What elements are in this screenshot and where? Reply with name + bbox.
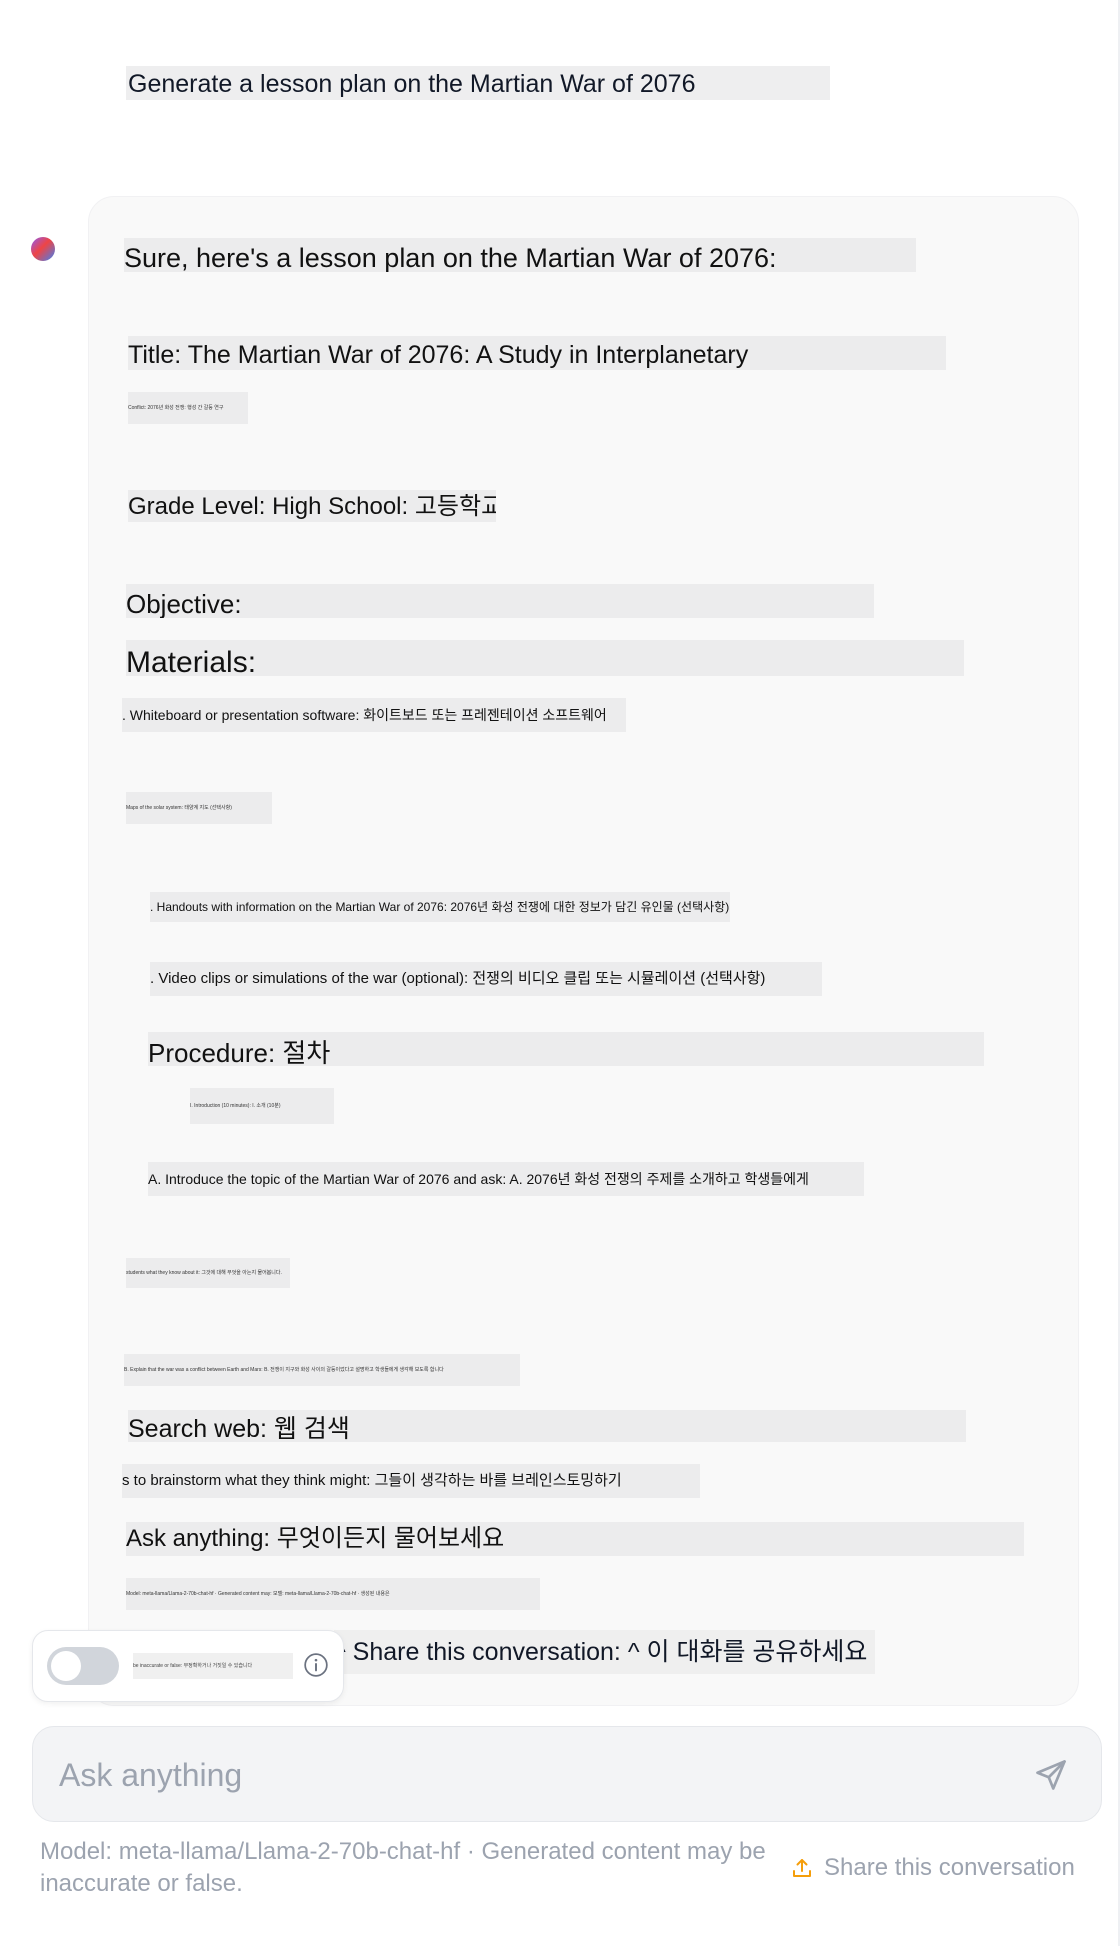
- toggle-card: be inaccurate or false: 부정확하거나 거짓일 수 있습니…: [32, 1630, 344, 1702]
- procedure-heading: Procedure: 절차: [148, 1032, 984, 1066]
- toggle-label: be inaccurate or false: 부정확하거나 거짓일 수 있습니…: [133, 1653, 293, 1679]
- materials-item: . Handouts with information on the Marti…: [150, 892, 730, 922]
- materials-heading: Materials:: [126, 640, 964, 676]
- share-inline-line: ^ Share this conversation: ^ 이 대화를 공유하세요: [334, 1630, 876, 1674]
- search-web-line: Search web: 웹 검색: [128, 1410, 966, 1442]
- share-conversation-button[interactable]: Share this conversation: [790, 1852, 1075, 1884]
- procedure-step: B. Explain that the war was a conflict b…: [124, 1354, 520, 1386]
- chat-input[interactable]: [57, 1749, 1001, 1801]
- assistant-avatar-icon: [31, 237, 55, 261]
- search-toggle-switch[interactable]: [47, 1647, 119, 1685]
- chat-input-bar: [32, 1726, 1102, 1822]
- procedure-subheading: I. Introduction (10 minutes): I. 소개 (10분…: [190, 1088, 334, 1124]
- grade-level-line: Grade Level: High School: 고등학교: [128, 490, 496, 522]
- user-message: Generate a lesson plan on the Martian Wa…: [126, 66, 830, 100]
- toggle-knob: [51, 1651, 81, 1681]
- materials-item: Maps of the solar system: 태양계 지도 (선택사항): [126, 792, 272, 824]
- assistant-intro: Sure, here's a lesson plan on the Martia…: [124, 238, 916, 272]
- materials-item: . Whiteboard or presentation software: 화…: [122, 698, 626, 732]
- model-line: Model: meta-llama/Llama-2-70b-chat-hf · …: [126, 1578, 540, 1610]
- info-icon[interactable]: [303, 1652, 329, 1678]
- objective-line: Objective:: [126, 584, 874, 618]
- lesson-title-line: Title: The Martian War of 2076: A Study …: [128, 336, 946, 370]
- ask-anything-line: Ask anything: 무엇이든지 물어보세요: [126, 1522, 1024, 1556]
- procedure-step: students what they know about it: 그것에 대해…: [126, 1258, 290, 1288]
- send-icon[interactable]: [1033, 1757, 1069, 1793]
- brainstorm-line: s to brainstorm what they think might: 그…: [122, 1464, 700, 1498]
- procedure-step: A. Introduce the topic of the Martian Wa…: [148, 1162, 864, 1196]
- materials-item: . Video clips or simulations of the war …: [150, 962, 822, 996]
- share-conversation-label: Share this conversation: [824, 1854, 1075, 1881]
- share-upload-icon: [793, 1859, 811, 1877]
- model-disclaimer: Model: meta-llama/Llama-2-70b-chat-hf · …: [40, 1838, 766, 1897]
- conflict-line: Conflict: 2076년 화성 전쟁: 행성 간 갈등 연구: [128, 392, 248, 424]
